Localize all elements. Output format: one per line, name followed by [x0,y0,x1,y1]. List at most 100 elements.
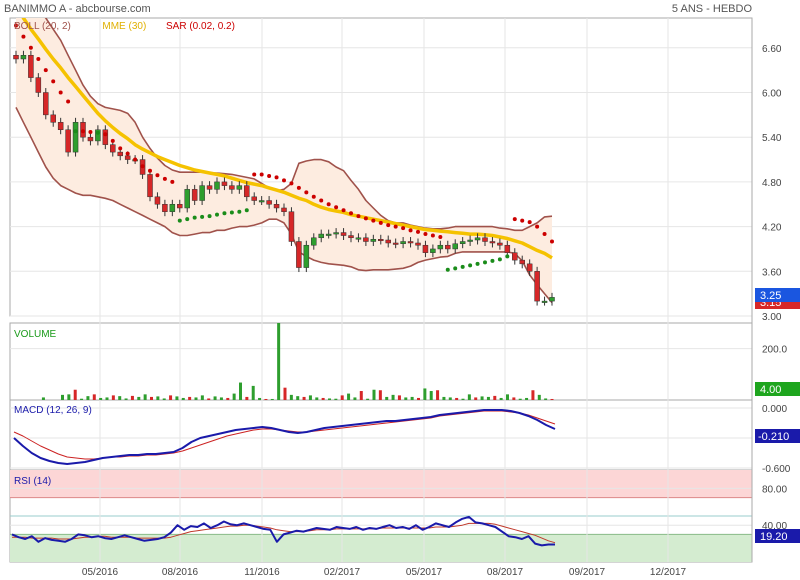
sar-dot [185,217,190,222]
price-legend-item: BOLL (20, 2) [14,21,71,32]
volume-bar [506,394,509,400]
volume-bar [423,388,427,400]
sar-dot [155,173,160,178]
volume-bar [525,397,529,400]
candle-body [311,237,317,246]
candle-body [229,185,235,190]
candle-body [482,237,488,242]
volume-bar [169,395,173,400]
volume-bar [308,395,312,400]
volume-bar [239,382,242,400]
candle-body [169,204,176,212]
volume-bar [378,390,382,400]
candle-body [534,271,540,302]
volume-bar [188,396,192,400]
volume-bar [328,398,331,400]
sar-dot [140,164,145,169]
sar-dot [36,56,41,61]
sar-dot [259,172,264,177]
sar-dot [497,257,502,262]
volume-bar [480,396,484,400]
candle-body [437,244,444,250]
volume-bar [111,395,115,400]
candle-body [117,151,123,157]
sar-dot [88,129,93,134]
x-tick-label: 08/2017 [487,567,524,578]
x-tick-label: 05/2017 [406,567,443,578]
volume-y-tick-label: 200.0 [762,345,787,356]
volume-bar [334,398,338,400]
candle-body [35,77,42,93]
sar-dot [550,239,554,244]
candle-body [251,196,257,201]
candle-body [43,92,49,116]
sar-dot [229,210,234,215]
volume-bar [321,397,325,400]
volume-bar [499,397,503,400]
price-y-tick-label: 3.00 [762,312,782,323]
volume-bar [219,397,223,400]
sar-dot [430,233,435,238]
sar-dot [162,176,167,181]
volume-bar [207,398,211,400]
volume-bar [353,397,357,400]
sar-dot [356,214,361,219]
sar-dot [363,216,368,221]
volume-bar [105,397,109,400]
candle-body [28,55,34,78]
candle-body [370,239,377,242]
macd-y-tick-label: -0.600 [762,464,791,475]
macd-legend: MACD (12, 26, 9) [14,405,92,416]
candle-body [199,185,205,201]
sar-dot [311,194,316,199]
volume-bar [118,396,122,400]
volume-bar [258,397,262,400]
sar-dot [527,220,532,225]
macd-y-tick-label: 0.000 [762,404,787,415]
volume-bar [544,398,548,400]
candle-body [162,204,168,212]
sar-dot [252,172,257,177]
volume-bar [448,397,452,400]
candle-body [541,300,548,303]
volume-bar [181,397,185,400]
candle-body [72,122,79,153]
price-y-tick-label: 6.60 [762,44,782,55]
sar-dot [148,168,152,173]
sar-dot [21,34,26,39]
sar-dot [326,202,331,207]
volume-bar [391,394,395,400]
candle-body [363,237,369,242]
sar-dot [393,224,398,229]
volume-bar [518,398,522,400]
sar-dot [490,258,495,263]
candle-body [333,232,339,235]
volume-bar [486,396,490,400]
price-y-tick-label: 4.80 [762,178,782,189]
volume-bar [150,396,153,400]
volume-bar [474,397,478,400]
volume-bar [61,394,64,400]
sar-dot [118,146,123,151]
x-tick-label: 11/2016 [244,567,280,578]
x-tick-label: 12/2017 [650,567,687,578]
candle-body [281,207,287,212]
candle-body [385,239,391,244]
volume-last-label: 4.00 [760,384,781,396]
candle-body [497,242,503,246]
volume-bar [270,398,274,400]
candle-body [512,252,518,261]
sar-dot [103,132,108,137]
candle-body [266,200,272,205]
candle-body [221,181,228,186]
volume-bar [404,397,408,400]
sar-dot [460,264,465,269]
candle-body [191,189,198,201]
candle-body [407,241,414,244]
volume-bar [417,397,420,400]
candle-body [110,144,116,153]
volume-bar [302,396,306,400]
candle-body [184,189,190,209]
candle-body [303,244,310,268]
volume-bar [410,396,414,400]
